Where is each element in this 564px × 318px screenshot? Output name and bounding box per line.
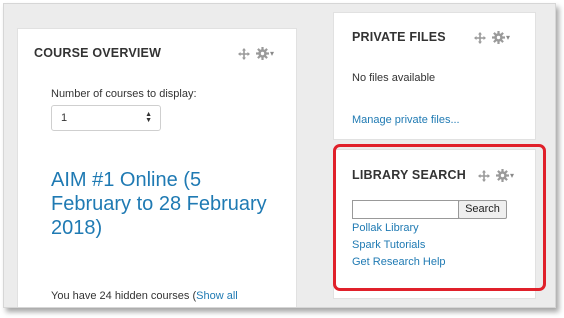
gear-menu[interactable]: ▾ [256,47,274,60]
library-link-pollak[interactable]: Pollak Library [352,222,419,234]
library-search-button[interactable]: Search [458,200,507,219]
show-all-link[interactable]: Show all [196,290,238,302]
move-icon[interactable] [478,169,490,182]
gear-icon [496,169,509,182]
courses-count-value: 1 [61,112,68,124]
course-overview-title: COURSE OVERVIEW [34,46,162,60]
caret-down-icon: ▾ [510,171,515,180]
caret-down-icon: ▾ [506,33,511,42]
manage-private-files-link[interactable]: Manage private files... [352,114,460,126]
gear-icon [492,31,505,44]
library-search-title: LIBRARY SEARCH [352,168,466,182]
gear-menu[interactable]: ▾ [492,31,510,44]
library-search-block: LIBRARY SEARCH ▾ Search Pollak Library S… [333,149,536,299]
block-controls: ▾ [478,169,514,182]
no-files-text: No files available [352,72,436,84]
courses-count-label: Number of courses to display: [51,88,197,100]
screenshot-frame: COURSE OVERVIEW ▾ Number of courses to d… [3,3,556,308]
hidden-courses-text: You have 24 hidden courses (Show all [51,290,238,302]
move-icon[interactable] [474,31,486,44]
private-files-title: PRIVATE FILES [352,30,446,44]
library-link-spark-tutorials[interactable]: Spark Tutorials [352,239,425,251]
hidden-courses-label: You have 24 hidden courses ( [51,290,197,302]
gear-icon [256,47,269,60]
gear-menu[interactable]: ▾ [496,169,514,182]
course-overview-block: COURSE OVERVIEW ▾ Number of courses to d… [17,28,297,307]
block-controls: ▾ [238,47,274,60]
caret-down-icon: ▾ [270,49,275,58]
library-search-input[interactable] [352,200,459,219]
block-controls: ▾ [474,31,510,44]
library-link-research-help[interactable]: Get Research Help [352,256,446,268]
move-icon[interactable] [238,47,250,60]
courses-count-select[interactable]: 1 ▲ ▼ [51,105,161,131]
private-files-block: PRIVATE FILES ▾ No files available Manag… [333,12,536,140]
course-link[interactable]: AIM #1 Online (5 February to 28 February… [51,168,281,240]
select-arrows-icon: ▲ ▼ [145,111,152,124]
